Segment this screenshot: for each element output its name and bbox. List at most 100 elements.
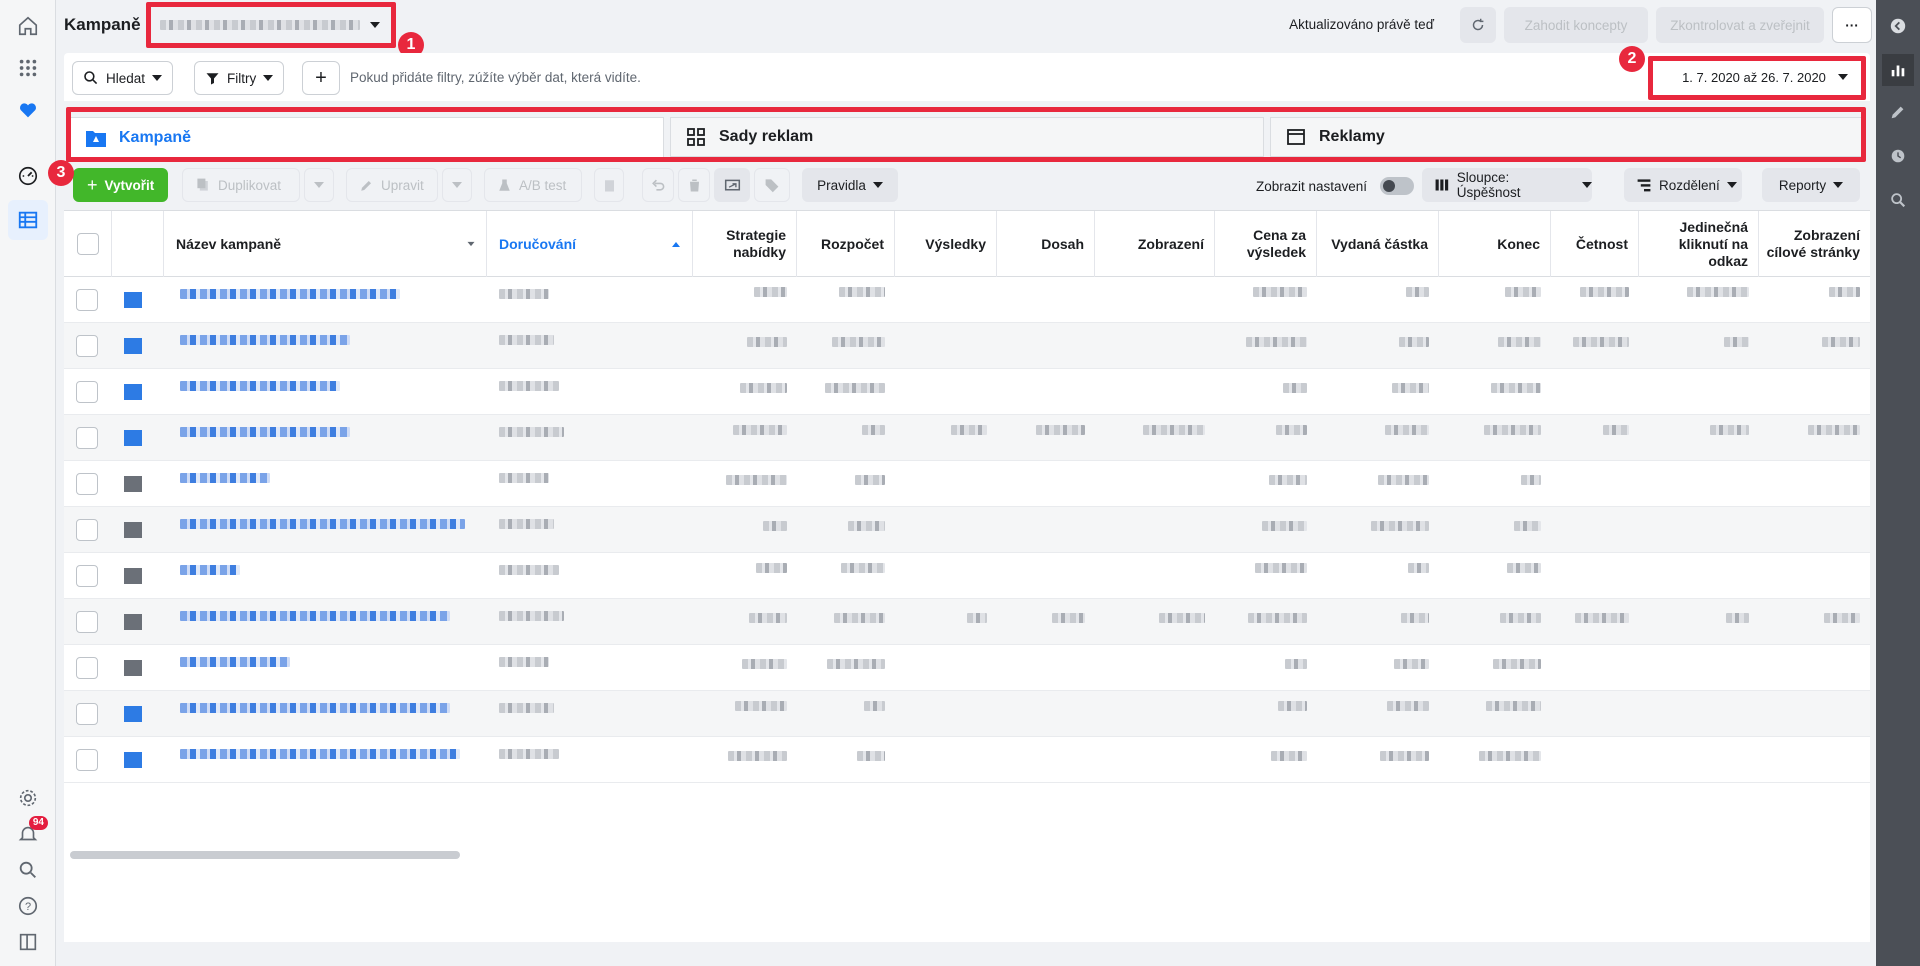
campaign-name-redacted[interactable] bbox=[180, 703, 450, 713]
dashboard-gauge-icon[interactable] bbox=[12, 160, 44, 192]
column-header-bid-strategy[interactable]: Strategie nabídky bbox=[693, 211, 797, 277]
campaign-name-redacted[interactable] bbox=[180, 611, 450, 621]
tab-ads[interactable]: Reklamy bbox=[1270, 117, 1864, 157]
table-row[interactable] bbox=[64, 277, 1870, 323]
row-checkbox[interactable] bbox=[76, 565, 98, 587]
row-checkbox[interactable] bbox=[76, 519, 98, 541]
refresh-button[interactable] bbox=[1460, 7, 1496, 43]
edit-button[interactable]: Upravit bbox=[346, 168, 438, 202]
more-options-button[interactable]: ··· bbox=[1832, 7, 1872, 43]
heart-icon[interactable] bbox=[12, 94, 44, 126]
table-row[interactable] bbox=[64, 323, 1870, 369]
apps-grid-icon[interactable] bbox=[12, 52, 44, 84]
column-header-frequency[interactable]: Četnost bbox=[1551, 211, 1639, 277]
search-icon[interactable] bbox=[12, 854, 44, 886]
review-publish-button[interactable]: Zkontrolovat a zveřejnit bbox=[1656, 7, 1824, 43]
campaign-name-redacted[interactable] bbox=[180, 381, 340, 391]
account-selector[interactable] bbox=[148, 6, 392, 44]
rules-button[interactable]: Pravidla bbox=[802, 168, 898, 202]
home-icon[interactable] bbox=[12, 10, 44, 42]
row-checkbox[interactable] bbox=[76, 381, 98, 403]
collapse-icon[interactable] bbox=[1882, 10, 1914, 42]
column-header-reach[interactable]: Dosah bbox=[997, 211, 1095, 277]
redacted-cell-value bbox=[825, 383, 885, 393]
table-row[interactable] bbox=[64, 691, 1870, 737]
redacted-cell-value bbox=[735, 701, 787, 711]
date-range-picker[interactable]: 1. 7. 2020 až 26. 7. 2020 bbox=[1662, 59, 1868, 95]
settings-icon[interactable] bbox=[12, 782, 44, 814]
campaign-name-redacted[interactable] bbox=[180, 427, 350, 437]
table-row[interactable] bbox=[64, 737, 1870, 783]
discard-drafts-button[interactable]: Zahodit koncepty bbox=[1504, 7, 1648, 43]
campaign-name-redacted[interactable] bbox=[180, 519, 465, 529]
campaign-name-redacted[interactable] bbox=[180, 473, 270, 483]
table-row[interactable] bbox=[64, 553, 1870, 599]
delete-button[interactable] bbox=[678, 168, 710, 202]
show-settings-label: Zobrazit nastavení bbox=[1256, 179, 1368, 194]
column-header-unique-link-clicks[interactable]: Jedinečná kliknutí na odkaz bbox=[1639, 211, 1759, 277]
breakdown-button[interactable]: Rozdělení bbox=[1624, 168, 1742, 202]
table-row[interactable] bbox=[64, 599, 1870, 645]
row-checkbox[interactable] bbox=[76, 657, 98, 679]
table-row[interactable] bbox=[64, 369, 1870, 415]
status-icon bbox=[124, 522, 142, 538]
row-checkbox[interactable] bbox=[76, 427, 98, 449]
table-icon[interactable] bbox=[8, 200, 48, 240]
notifications-icon[interactable]: 94 bbox=[12, 816, 48, 850]
column-header-impressions[interactable]: Zobrazení bbox=[1095, 211, 1215, 277]
row-checkbox[interactable] bbox=[76, 335, 98, 357]
row-checkbox[interactable] bbox=[76, 749, 98, 771]
column-header-landing-page-views[interactable]: Zobrazení cílové stránky bbox=[1759, 211, 1870, 277]
tag-button[interactable] bbox=[754, 168, 790, 202]
reports-button[interactable]: Reporty bbox=[1762, 168, 1860, 202]
column-header-amount-spent[interactable]: Vydaná částka bbox=[1317, 211, 1439, 277]
table-row[interactable] bbox=[64, 461, 1870, 507]
undo-button[interactable] bbox=[642, 168, 674, 202]
row-checkbox[interactable] bbox=[76, 289, 98, 311]
campaign-name-redacted[interactable] bbox=[180, 565, 240, 575]
columns-button[interactable]: Sloupce: Úspěšnost bbox=[1422, 168, 1592, 202]
table-row[interactable] bbox=[64, 645, 1870, 691]
ab-test-button[interactable]: A/B test bbox=[484, 168, 582, 202]
search-zoom-icon[interactable] bbox=[1882, 184, 1914, 216]
filters-button[interactable]: Filtry bbox=[194, 61, 285, 95]
edit-icon[interactable] bbox=[1882, 96, 1914, 128]
column-header-results[interactable]: Výsledky bbox=[895, 211, 997, 277]
row-checkbox[interactable] bbox=[76, 611, 98, 633]
sidebar-toggle-icon[interactable] bbox=[12, 926, 44, 958]
horizontal-scrollbar[interactable] bbox=[70, 851, 460, 859]
redacted-cell-value bbox=[834, 613, 885, 623]
row-checkbox[interactable] bbox=[76, 703, 98, 725]
duplicate-button[interactable]: Duplikovat bbox=[182, 168, 300, 202]
column-header-delivery[interactable]: Doručování bbox=[487, 211, 693, 277]
campaign-name-redacted[interactable] bbox=[180, 289, 400, 299]
column-header-name[interactable]: Název kampaně bbox=[164, 211, 487, 277]
duplicate-dropdown[interactable] bbox=[304, 168, 334, 202]
column-header-end[interactable]: Konec bbox=[1439, 211, 1551, 277]
delete-draft-button[interactable] bbox=[594, 168, 624, 202]
help-icon[interactable]: ? bbox=[12, 890, 44, 922]
campaign-name-redacted[interactable] bbox=[180, 657, 290, 667]
search-button[interactable]: Hledat bbox=[72, 61, 174, 95]
export-button[interactable] bbox=[714, 168, 750, 202]
redacted-cell-value bbox=[832, 337, 885, 347]
tab-campaigns[interactable]: Kampaně bbox=[70, 117, 664, 157]
show-settings-toggle[interactable] bbox=[1380, 177, 1414, 195]
table-row[interactable] bbox=[64, 507, 1870, 553]
table-row[interactable] bbox=[64, 415, 1870, 461]
tab-ad-sets[interactable]: Sady reklam bbox=[670, 117, 1264, 157]
row-checkbox[interactable] bbox=[76, 473, 98, 495]
campaign-name-redacted[interactable] bbox=[180, 749, 460, 759]
add-filter-button[interactable]: + bbox=[302, 61, 340, 95]
clock-icon[interactable] bbox=[1882, 140, 1914, 172]
campaign-name-redacted[interactable] bbox=[180, 335, 350, 345]
chevron-down-icon bbox=[314, 182, 324, 188]
column-header-budget[interactable]: Rozpočet bbox=[797, 211, 895, 277]
edit-dropdown[interactable] bbox=[442, 168, 472, 202]
chart-icon[interactable] bbox=[1882, 54, 1914, 86]
column-header-cost-per-result[interactable]: Cena za výsledek bbox=[1215, 211, 1317, 277]
right-side-panel bbox=[1876, 0, 1920, 966]
create-button[interactable]: + Vytvořit bbox=[73, 168, 169, 202]
status-icon bbox=[124, 476, 142, 492]
select-all-checkbox[interactable] bbox=[76, 233, 99, 255]
